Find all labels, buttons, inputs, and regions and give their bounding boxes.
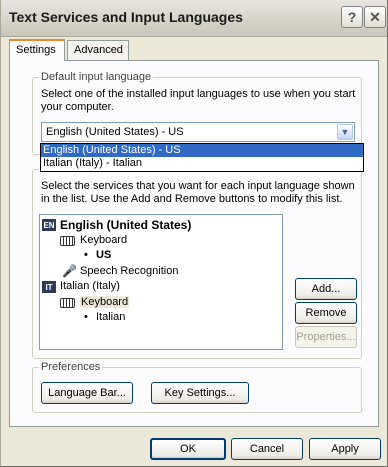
properties-button[interactable]: Properties... bbox=[295, 326, 357, 348]
tree-item-speech-recognition[interactable]: Speech Recognition bbox=[80, 265, 178, 277]
tab-advanced[interactable]: Advanced bbox=[67, 40, 129, 60]
default-input-selected: English (United States) - US bbox=[46, 126, 184, 138]
help-button[interactable]: ? bbox=[341, 6, 363, 28]
tree-item-italian-layout[interactable]: Italian bbox=[96, 311, 125, 323]
tree-item-english-keyboard[interactable]: Keyboard bbox=[80, 234, 127, 246]
tree-item-english[interactable]: English (United States) bbox=[60, 218, 191, 232]
english-language-icon: EN bbox=[42, 219, 56, 231]
preferences-group: Preferences Language Bar... Key Settings… bbox=[32, 361, 362, 413]
default-input-legend: Default input language bbox=[39, 71, 154, 83]
microphone-icon: 🎤 bbox=[62, 264, 77, 278]
default-input-dropdown: English (United States) - US Italian (It… bbox=[40, 143, 364, 172]
tab-settings[interactable]: Settings bbox=[9, 39, 65, 61]
dropdown-option-italian[interactable]: Italian (Italy) - Italian bbox=[41, 157, 363, 170]
settings-panel: Default input language Select one of the… bbox=[9, 60, 379, 427]
bullet-icon: • bbox=[84, 249, 88, 261]
key-settings-button[interactable]: Key Settings... bbox=[151, 382, 249, 404]
language-bar-button[interactable]: Language Bar... bbox=[41, 382, 133, 404]
dropdown-option-english[interactable]: English (United States) - US bbox=[41, 144, 363, 157]
title-bar[interactable]: Text Services and Input Languages ? ✕ bbox=[1, 0, 387, 37]
tree-item-italian-keyboard[interactable]: Keyboard bbox=[80, 296, 130, 308]
keyboard-icon bbox=[60, 298, 75, 308]
default-input-description: Select one of the installed input langua… bbox=[41, 88, 356, 113]
close-button[interactable]: ✕ bbox=[364, 6, 386, 28]
remove-button[interactable]: Remove bbox=[295, 302, 357, 324]
ok-button[interactable]: OK bbox=[150, 438, 226, 460]
services-tree[interactable]: EN English (United States) Keyboard • US… bbox=[39, 214, 283, 350]
tree-item-english-us[interactable]: US bbox=[96, 249, 111, 261]
preferences-legend: Preferences bbox=[39, 361, 103, 373]
italian-language-icon: IT bbox=[42, 281, 56, 293]
cancel-button[interactable]: Cancel bbox=[231, 438, 303, 460]
dialog-window: Text Services and Input Languages ? ✕ Se… bbox=[0, 0, 388, 467]
add-button[interactable]: Add... bbox=[295, 278, 357, 300]
keyboard-icon bbox=[60, 236, 75, 246]
chevron-down-icon[interactable]: ▼ bbox=[337, 124, 353, 140]
installed-services-description: Select the services that you want for ea… bbox=[41, 180, 355, 205]
installed-services-group: Installed services Select the services t… bbox=[32, 163, 362, 359]
tree-item-italian[interactable]: Italian (Italy) bbox=[60, 280, 120, 292]
window-title: Text Services and Input Languages bbox=[9, 9, 243, 25]
default-input-select[interactable]: English (United States) - US ▼ bbox=[41, 122, 355, 142]
bullet-icon: • bbox=[84, 311, 88, 323]
apply-button[interactable]: Apply bbox=[309, 438, 381, 460]
